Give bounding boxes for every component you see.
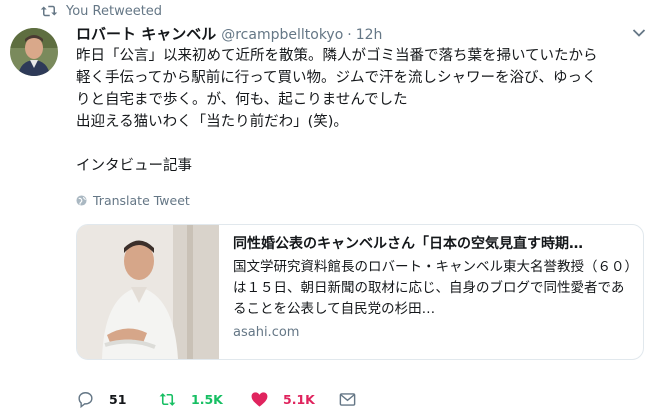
direct-message-button[interactable] xyxy=(338,390,357,409)
avatar[interactable] xyxy=(10,28,58,76)
card-body: 同性婚公表のキャンベルさん「日本の空気見直す時期… 国文学研究資料館長のロバート… xyxy=(233,234,633,340)
tweet-timestamp[interactable]: 12h xyxy=(356,27,383,43)
card-domain: asahi.com xyxy=(233,325,300,340)
reply-button[interactable]: 51 xyxy=(76,390,158,409)
tweet-text-line: 昨日「公言」以来初めて近所を散策。隣人がゴミ当番で落ち葉を掃いていたから xyxy=(76,48,598,64)
tweet-text-line: 出迎える猫いわく「当たり前だわ」(笑)。 xyxy=(76,114,348,130)
card-thumbnail xyxy=(77,225,219,359)
avatar-image xyxy=(10,28,58,76)
translate-tweet-link[interactable]: Translate Tweet xyxy=(76,193,190,208)
reply-count: 51 xyxy=(109,391,127,407)
tweet-header: ロバート キャンベル @rcampbelltokyo · 12h xyxy=(76,23,382,45)
tweet-text-line: りと自宅まで歩く。が、何も、起こりませんでした xyxy=(76,92,408,108)
card-description: 国文学研究資料館長のロバート・キャンベル東大名誉教授（６０）は１５日、朝日新聞の… xyxy=(233,259,632,317)
retweet-context: You Retweeted xyxy=(40,2,162,20)
author-handle[interactable]: @rcampbelltokyo xyxy=(221,27,343,43)
like-count: 5.1K xyxy=(283,391,315,407)
tweet-text-line: インタビュー記事 xyxy=(76,158,192,174)
translate-tweet-label: Translate Tweet xyxy=(93,193,190,208)
tweet-actions: 51 1.5K 5.1K xyxy=(76,388,357,410)
retweet-context-label: You Retweeted xyxy=(66,3,163,19)
retweet-icon xyxy=(40,5,58,17)
author-name[interactable]: ロバート キャンベル xyxy=(76,23,216,44)
header-separator: · xyxy=(347,27,352,43)
mail-icon xyxy=(339,392,356,406)
retweet-button[interactable]: 1.5K xyxy=(158,390,250,409)
retweet-count: 1.5K xyxy=(191,391,223,407)
tweet-text: 昨日「公言」以来初めて近所を散策。隣人がゴミ当番で落ち葉を掃いていたから 軽く手… xyxy=(76,45,651,177)
tweet-text-line: 軽く手伝ってから駅前に行って買い物。ジムで汗を流しシャワーを浴び、ゆっく xyxy=(76,70,597,86)
like-button[interactable]: 5.1K xyxy=(250,390,338,409)
heart-icon xyxy=(251,391,268,407)
retweet-icon xyxy=(159,392,176,406)
globe-icon xyxy=(76,195,87,206)
reply-icon xyxy=(78,391,93,408)
card-title: 同性婚公表のキャンベルさん「日本の空気見直す時期… xyxy=(233,236,583,252)
link-card[interactable]: 同性婚公表のキャンベルさん「日本の空気見直す時期… 国文学研究資料館長のロバート… xyxy=(76,224,644,360)
chevron-down-icon[interactable] xyxy=(632,28,646,38)
